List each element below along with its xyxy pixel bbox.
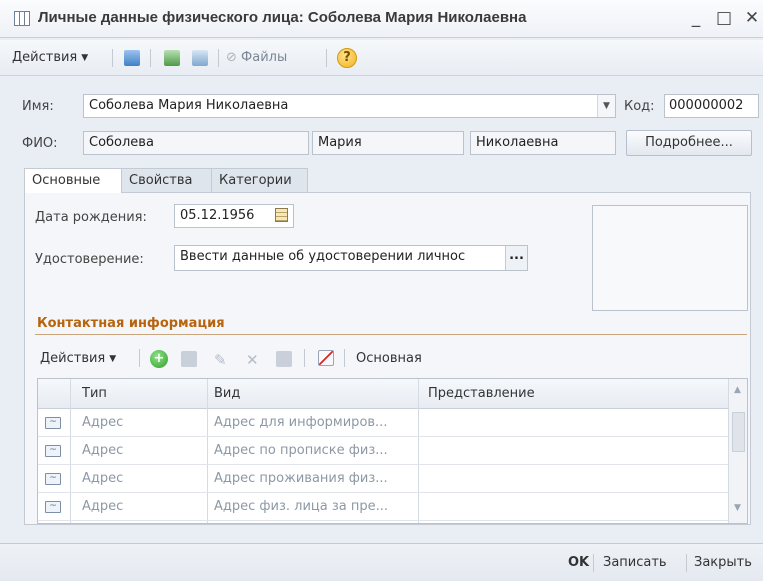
copy-row-icon[interactable] [181, 351, 197, 367]
chevron-down-icon: ▼ [109, 354, 117, 364]
help-icon[interactable]: ? [337, 48, 357, 68]
table-row[interactable]: ~ Адрес Адрес физ. лица за пре... [38, 493, 728, 521]
contacts-section-title: Контактная информация [37, 316, 225, 331]
row-kind: Адрес проживания физ... [214, 471, 388, 486]
files-label: Файлы [241, 50, 288, 65]
last-name-field[interactable]: Соболева [83, 131, 309, 155]
row-kind: Адрес физ. лица за пре... [214, 499, 389, 514]
name-field[interactable]: Соболева Мария Николаевна ▼ [83, 94, 616, 118]
code-field[interactable]: 000000002 [664, 94, 759, 118]
edit-icon[interactable]: ✎ [214, 351, 230, 369]
no-primary-icon[interactable] [318, 350, 334, 366]
files-button[interactable]: ⊘ Файлы [226, 50, 287, 65]
toolbar-divider [326, 49, 327, 67]
table-row[interactable]: ~ Адрес Адрес по прописке физ... [38, 437, 728, 465]
birth-date-field[interactable]: 05.12.1956 [174, 204, 294, 228]
birth-date-value: 05.12.1956 [180, 208, 255, 223]
copy-icon[interactable] [192, 50, 208, 66]
structure-icon[interactable] [124, 50, 140, 66]
paperclip-icon: ⊘ [226, 50, 242, 65]
actions-menu-label: Действия [12, 50, 78, 65]
toolbar-divider [304, 349, 305, 367]
toolbar-divider [218, 49, 219, 67]
close-button[interactable]: Закрыть [694, 555, 752, 570]
code-label: Код: [624, 99, 655, 114]
column-kind[interactable]: Вид [214, 386, 240, 401]
tab-properties[interactable]: Свойства [121, 168, 212, 192]
close-window-button[interactable]: ✕ [740, 6, 763, 30]
calendar-icon[interactable] [275, 208, 288, 222]
birth-date-label: Дата рождения: [35, 210, 147, 225]
row-type: Адрес [82, 415, 124, 430]
toolbar-divider [150, 49, 151, 67]
first-name-field[interactable]: Мария [312, 131, 464, 155]
id-document-field[interactable]: Ввести данные об удостоверении личнос ..… [174, 245, 528, 271]
contacts-actions-button[interactable]: Действия ▼ [40, 351, 116, 366]
address-icon: ~ [45, 501, 61, 513]
vertical-scrollbar[interactable]: ▲ ▼ [728, 379, 747, 523]
refresh-icon[interactable] [164, 50, 180, 66]
toolbar-divider [344, 349, 345, 367]
scroll-thumb[interactable] [732, 412, 745, 452]
table-row[interactable]: ~ Адрес Адрес проживания физ... [38, 465, 728, 493]
select-id-button[interactable]: ... [505, 246, 527, 270]
name-value: Соболева Мария Николаевна [89, 98, 289, 113]
fio-label: ФИО: [22, 136, 58, 151]
contacts-table: Тип Вид Представление ~ Адрес Адрес для … [37, 378, 748, 524]
tab-categories[interactable]: Категории [211, 168, 308, 192]
address-icon: ~ [45, 445, 61, 457]
save-row-icon[interactable] [276, 351, 292, 367]
scroll-down-icon[interactable]: ▼ [734, 503, 741, 513]
save-button[interactable]: Записать [603, 555, 667, 570]
title-bar: Личные данные физического лица: Соболева… [0, 0, 763, 38]
photo-frame [592, 205, 748, 311]
id-document-value: Ввести данные об удостоверении личнос [180, 249, 466, 264]
section-divider [35, 334, 747, 335]
address-icon: ~ [45, 473, 61, 485]
name-label: Имя: [22, 99, 54, 114]
footer-divider [593, 554, 594, 572]
contacts-actions-label: Действия [40, 351, 106, 366]
scroll-up-icon[interactable]: ▲ [734, 385, 741, 395]
ok-button[interactable]: OK [568, 555, 589, 570]
window-title: Личные данные физического лица: Соболева… [38, 9, 527, 26]
id-document-label: Удостоверение: [35, 252, 144, 267]
row-type: Адрес [82, 443, 124, 458]
delete-icon[interactable]: ✕ [246, 351, 262, 369]
minimize-button[interactable]: _ [684, 6, 708, 30]
middle-name-field[interactable]: Николаевна [470, 131, 616, 155]
tab-main[interactable]: Основные [24, 168, 122, 193]
footer-bar: OK Записать Закрыть [0, 543, 763, 581]
toolbar-divider [112, 49, 113, 67]
toolbar-divider [139, 349, 140, 367]
dropdown-arrow-icon[interactable]: ▼ [597, 95, 615, 117]
details-button[interactable]: Подробнее... [626, 130, 752, 156]
table-icon [14, 11, 30, 26]
actions-menu-button[interactable]: Действия ▼ [12, 50, 88, 65]
column-representation[interactable]: Представление [428, 386, 535, 401]
column-type[interactable]: Тип [82, 386, 107, 401]
table-row[interactable]: ~ Адрес Адрес для информиров... [38, 409, 728, 437]
row-type: Адрес [82, 499, 124, 514]
row-type: Адрес [82, 471, 124, 486]
footer-divider [686, 554, 687, 572]
add-icon[interactable]: + [150, 350, 168, 368]
maximize-button[interactable]: □ [712, 6, 736, 30]
primary-button[interactable]: Основная [356, 351, 422, 366]
row-kind: Адрес для информиров... [214, 415, 388, 430]
address-icon: ~ [45, 417, 61, 429]
main-toolbar: Действия ▼ ⊘ Файлы ? [0, 40, 763, 76]
table-header: Тип Вид Представление [38, 379, 747, 409]
chevron-down-icon: ▼ [81, 53, 89, 63]
row-kind: Адрес по прописке физ... [214, 443, 388, 458]
